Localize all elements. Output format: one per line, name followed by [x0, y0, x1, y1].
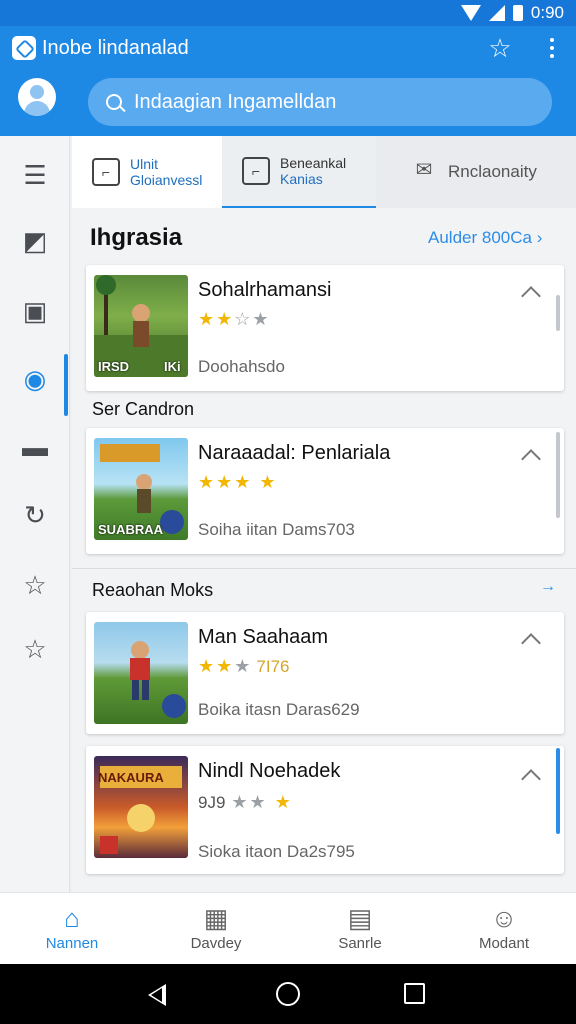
status-time: 0:90	[530, 3, 564, 22]
star-rating: ★★★ ★	[198, 472, 278, 492]
nav-label: Nannen	[45, 935, 99, 952]
rating-value: 9J9	[198, 793, 226, 812]
bottom-navigation: ⌂ Nannen ▦ Davdey ▤ Sanrle ☺ Modant	[0, 892, 576, 964]
list-item[interactable]: NAKAURA Nindl Noehadek 9J9 ★★ ★ Sioka ita…	[86, 746, 564, 874]
section-title: Ihgrasia	[90, 224, 183, 251]
app-title: Inobe lindanalad	[42, 36, 189, 59]
back-icon[interactable]	[148, 984, 166, 1006]
left-navigation-rail: ☰ ◩ ▣ ◉ ▬ ↻ ☆ ☆	[0, 136, 70, 892]
star-rating: 9J9 ★★ ★	[198, 792, 293, 812]
app-logo-icon	[12, 36, 36, 60]
card-title: Man Saahaam	[198, 626, 329, 648]
arrow-right-icon[interactable]: →	[540, 578, 556, 596]
nav-profile[interactable]: ☺ Modant	[432, 893, 576, 965]
star-rating: ★★☆★	[198, 309, 271, 329]
chevron-up-icon[interactable]	[521, 286, 541, 306]
chevron-up-icon[interactable]	[521, 769, 541, 789]
profile-icon: ☺	[490, 903, 518, 933]
list-item[interactable]: IRSD IKi Sohalrhamansi ★★☆★ Doohahsdo	[86, 265, 564, 391]
scrollbar[interactable]	[556, 748, 560, 834]
tab-label: Rnclaonaity	[448, 162, 537, 181]
game-thumbnail	[94, 622, 188, 724]
star-outline-icon[interactable]: ☆	[14, 628, 56, 670]
card-meta: Boika itasn Daras629	[198, 700, 360, 719]
nav-home[interactable]: ⌂ Nannen	[0, 893, 144, 965]
tab-frame-icon: ⌐	[242, 157, 270, 185]
tab-sublabel: Kanias	[280, 171, 323, 187]
tab-third[interactable]: ✉ Rnclaonaity	[376, 136, 576, 208]
home-icon: ⌂	[64, 903, 80, 933]
list-item[interactable]: Man Saahaam ★★★ 7I76 Boika itasn Daras629	[86, 612, 564, 734]
card-meta: Doohahsdo	[198, 357, 285, 376]
recent-apps-icon[interactable]	[404, 983, 425, 1004]
nav-label: Sanrle	[338, 935, 382, 952]
wifi-icon	[460, 5, 481, 21]
game-art-icon	[130, 641, 186, 718]
card-meta: Sioka itaon Da2s795	[198, 842, 355, 861]
signal-icon	[488, 5, 505, 21]
section-title: Ser Candron	[92, 399, 195, 419]
chevron-up-icon[interactable]	[521, 449, 541, 469]
game-thumbnail: NAKAURA	[94, 756, 188, 858]
tab-frame-icon: ⌐	[92, 158, 120, 186]
scrollbar[interactable]	[556, 432, 560, 518]
calendar-icon: ▦	[203, 903, 229, 933]
list-item[interactable]: SUABRAA Naraaadal: Penlariala ★★★ ★ Soih…	[86, 428, 564, 554]
star-outline-icon[interactable]: ☆	[14, 564, 56, 606]
rating-value: 7I76	[256, 657, 290, 676]
card-meta: Soiha iitan Dams703	[198, 520, 355, 539]
chat-bubble-icon[interactable]: ◉	[14, 358, 56, 400]
search-placeholder: Indaagian Ingamelldan	[134, 90, 337, 113]
see-more-link[interactable]: Aulder 800Ca ›	[428, 228, 542, 248]
message-icon[interactable]: ▬	[14, 426, 56, 468]
tab-label: Ulnit	[130, 156, 159, 172]
thumbnail-label: IRSD	[98, 359, 130, 374]
tab-second[interactable]: ⌐ Beneankal Kanias	[222, 136, 376, 208]
tab-label: Beneankal	[280, 155, 347, 171]
nav-label: Modant	[478, 935, 530, 952]
game-thumbnail: IRSD IKi	[94, 275, 188, 377]
favorite-star-icon[interactable]: ☆	[486, 34, 514, 62]
game-thumbnail: SUABRAA	[94, 438, 188, 540]
thumbnail-label: SUABRAA	[98, 522, 163, 537]
chevron-up-icon[interactable]	[521, 633, 541, 653]
main-content: Ihgrasia Aulder 800Ca › IRSD IKi Sohalrh…	[72, 208, 576, 892]
nav-label: Davdey	[190, 935, 242, 952]
tab-bar: ⌐ Ulnit Gloianvessl ⌐ Beneankal Kanias ✉ R…	[72, 136, 576, 208]
card-title: Sohalrhamansi	[198, 279, 332, 301]
avatar[interactable]	[18, 78, 56, 116]
active-rail-indicator	[64, 354, 68, 416]
section-title: Reaohan Moks	[92, 580, 214, 600]
card-title: Nindl Noehadek	[198, 760, 341, 782]
search-input[interactable]: Indaagian Ingamelldan	[88, 78, 552, 126]
card-title: Naraaadal: Penlariala	[198, 442, 391, 464]
refresh-icon[interactable]: ↻	[14, 494, 56, 536]
thumbnail-label: NAKAURA	[98, 770, 164, 785]
mail-icon: ✉	[415, 159, 433, 181]
nav-calendar[interactable]: ▦ Davdey	[144, 893, 288, 965]
tab-first[interactable]: ⌐ Ulnit Gloianvessl	[72, 136, 222, 208]
tab-sublabel: Gloianvessl	[130, 172, 203, 188]
thumbnail-badge: IKi	[164, 359, 181, 374]
document-icon: ▤	[347, 903, 373, 933]
more-options-icon[interactable]	[538, 34, 566, 62]
scrollbar[interactable]	[556, 295, 560, 331]
status-bar: 0:90	[0, 0, 576, 26]
search-icon	[106, 94, 122, 110]
app-bar: Inobe lindanalad ☆ Indaagian Ingamelldan	[0, 26, 576, 136]
list-icon[interactable]: ☰	[14, 154, 56, 196]
briefcase-icon[interactable]: ▣	[14, 290, 56, 332]
chart-icon[interactable]: ◩	[14, 220, 56, 262]
divider	[72, 568, 576, 569]
system-navigation-bar	[0, 964, 576, 1024]
star-rating: ★★★ 7I76	[198, 656, 290, 676]
nav-document[interactable]: ▤ Sanrle	[288, 893, 432, 965]
see-more-label: Aulder 800Ca	[428, 228, 532, 247]
home-circle-icon[interactable]	[276, 982, 300, 1006]
battery-icon	[512, 5, 523, 21]
